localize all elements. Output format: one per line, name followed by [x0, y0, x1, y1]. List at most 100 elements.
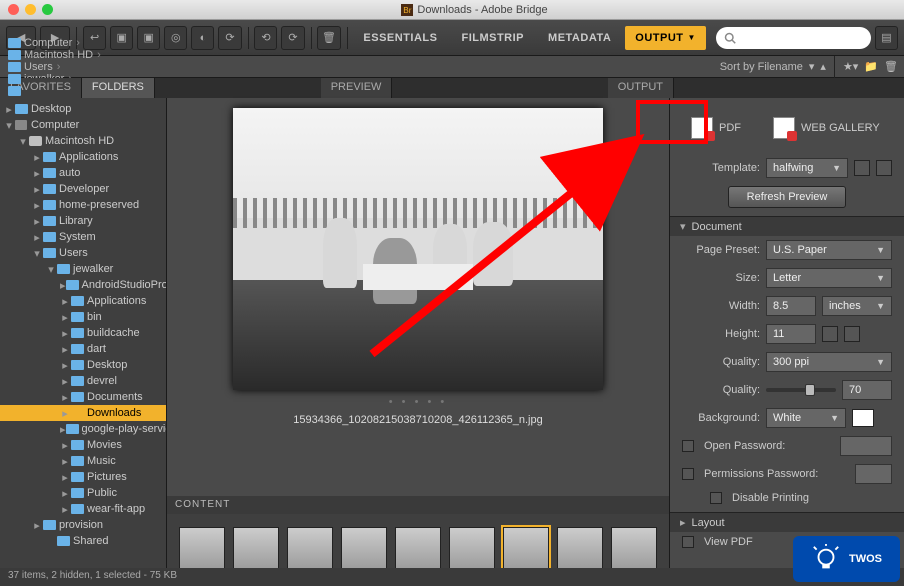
tree-node[interactable]: ▸Movies — [0, 437, 166, 453]
breadcrumb-segment[interactable]: Computer › — [6, 37, 104, 49]
open-password-field[interactable] — [840, 436, 892, 456]
thumbnail[interactable] — [179, 527, 225, 573]
page-preset-select[interactable]: U.S. Paper▼ — [766, 240, 892, 260]
folder-tree[interactable]: ▸Desktop▾Computer▾Macintosh HD▸Applicati… — [0, 98, 166, 552]
tree-node[interactable]: ▾Computer — [0, 117, 166, 133]
tree-node[interactable]: ▸auto — [0, 165, 166, 181]
tree-node[interactable]: ▸Downloads — [0, 405, 166, 421]
batch-rename-icon[interactable]: ⟳ — [218, 26, 241, 50]
tab-folders[interactable]: FOLDERS — [82, 78, 155, 98]
rotate-ccw-icon[interactable]: ⟲ — [254, 26, 277, 50]
sort-direction-icon[interactable]: ▴ — [820, 60, 826, 73]
thumbnail[interactable] — [557, 527, 603, 573]
tree-node[interactable]: ▸AndroidStudioProjects — [0, 277, 166, 293]
tree-node[interactable]: ▾Users — [0, 245, 166, 261]
layout-section-header[interactable]: ▸Layout — [670, 513, 904, 532]
output-web-gallery-button[interactable]: WEB GALLERY — [766, 112, 887, 144]
toolbar-menu-icon[interactable]: ▤ — [875, 26, 898, 50]
tree-node[interactable]: ▾jewalker — [0, 261, 166, 277]
width-units-select[interactable]: inches▼ — [822, 296, 892, 316]
workspace-metadata[interactable]: METADATA — [538, 26, 621, 50]
tree-node[interactable]: ▸Pictures — [0, 469, 166, 485]
thumbnail[interactable] — [611, 527, 657, 573]
workspace-essentials[interactable]: ESSENTIALS — [353, 26, 447, 50]
thumbnail[interactable] — [341, 527, 387, 573]
open-password-checkbox[interactable] — [682, 440, 694, 452]
thumbnail[interactable] — [503, 527, 549, 573]
tree-node[interactable]: ▸wear-fit-app — [0, 501, 166, 517]
trash-icon[interactable]: 🗑 — [317, 26, 340, 50]
watermark-twos: TWOS — [793, 536, 900, 582]
tree-node[interactable]: ▸buildcache — [0, 325, 166, 341]
filter-star-icon[interactable]: ★▾ — [843, 60, 858, 73]
traffic-lights — [8, 4, 53, 15]
tree-node[interactable]: ▸Music — [0, 453, 166, 469]
new-folder-icon[interactable]: 📁 — [864, 60, 878, 73]
tree-node[interactable]: ▸google-play-services_lib — [0, 421, 166, 437]
tree-node[interactable]: ▸home-preserved — [0, 197, 166, 213]
output-pdf-button[interactable]: PDF — [684, 112, 748, 144]
view-pdf-label: View PDF — [704, 536, 753, 548]
height-field[interactable] — [766, 324, 816, 344]
refresh-preview-button[interactable]: Refresh Preview — [728, 186, 847, 208]
tree-node[interactable]: ▸Public — [0, 485, 166, 501]
background-select[interactable]: White▼ — [766, 408, 846, 428]
tree-node[interactable]: ▸bin — [0, 309, 166, 325]
tree-node[interactable]: ▾Macintosh HD — [0, 133, 166, 149]
close-window-button[interactable] — [8, 4, 19, 15]
tree-node[interactable]: ▸Developer — [0, 181, 166, 197]
trash-icon[interactable]: 🗑 — [884, 60, 898, 73]
orientation-portrait-icon[interactable] — [822, 326, 838, 342]
refine-icon[interactable]: ◎ — [164, 26, 187, 50]
delete-template-icon[interactable] — [876, 160, 892, 176]
permissions-password-checkbox[interactable] — [682, 468, 694, 480]
quality-preset-select[interactable]: 300 ppi▼ — [766, 352, 892, 372]
width-field[interactable] — [766, 296, 816, 316]
tree-node[interactable]: ▸Applications — [0, 293, 166, 309]
tree-node[interactable]: ▸Applications — [0, 149, 166, 165]
camera-download-icon[interactable]: ▣ — [137, 26, 160, 50]
output-panel: PDF WEB GALLERY Template: halfwing▼ Refr… — [669, 98, 904, 586]
quality-value-field[interactable] — [842, 380, 892, 400]
breadcrumb-segment[interactable]: Users › — [6, 61, 104, 73]
rotate-cw-icon[interactable]: ⟳ — [281, 26, 304, 50]
workspace-output[interactable]: OUTPUT▼ — [625, 26, 706, 50]
document-section-header[interactable]: ▾Document — [670, 217, 904, 236]
search-field[interactable] — [740, 32, 863, 44]
template-select[interactable]: halfwing▼ — [766, 158, 848, 178]
thumbnail[interactable] — [233, 527, 279, 573]
orientation-landscape-icon[interactable] — [844, 326, 860, 342]
open-camera-raw-icon[interactable]: ◐ — [191, 26, 214, 50]
tree-node[interactable]: ▸dart — [0, 341, 166, 357]
status-bar: 37 items, 2 hidden, 1 selected - 75 KB — [0, 568, 904, 586]
workspace-filmstrip[interactable]: FILMSTRIP — [451, 26, 534, 50]
sort-dropdown-caret[interactable]: ▾ — [809, 60, 815, 73]
tree-node[interactable]: Shared — [0, 533, 166, 549]
preview-pager-dots: • • • • • — [389, 396, 447, 408]
size-select[interactable]: Letter▼ — [766, 268, 892, 288]
permissions-password-field[interactable] — [855, 464, 892, 484]
background-swatch[interactable] — [852, 409, 874, 427]
reveal-icon[interactable]: ▣ — [110, 26, 133, 50]
zoom-window-button[interactable] — [42, 4, 53, 15]
save-template-icon[interactable] — [854, 160, 870, 176]
view-pdf-checkbox[interactable] — [682, 536, 694, 548]
tree-node[interactable]: ▸devrel — [0, 373, 166, 389]
thumbnail[interactable] — [449, 527, 495, 573]
sort-label[interactable]: Sort by Filename — [720, 61, 803, 73]
tree-node[interactable]: ▸Library — [0, 213, 166, 229]
disable-printing-checkbox[interactable] — [710, 492, 722, 504]
preview-image[interactable] — [233, 108, 603, 390]
thumbnail[interactable] — [395, 527, 441, 573]
thumbnail[interactable] — [287, 527, 333, 573]
quality-slider[interactable] — [766, 388, 836, 392]
search-input[interactable] — [716, 27, 871, 49]
tree-node[interactable]: ▸System — [0, 229, 166, 245]
minimize-window-button[interactable] — [25, 4, 36, 15]
tree-node[interactable]: ▸provision — [0, 517, 166, 533]
breadcrumb-segment[interactable]: Macintosh HD › — [6, 49, 104, 61]
tree-node[interactable]: ▸Desktop — [0, 101, 166, 117]
tree-node[interactable]: ▸Documents — [0, 389, 166, 405]
tree-node[interactable]: ▸Desktop — [0, 357, 166, 373]
background-label: Background: — [682, 412, 760, 424]
